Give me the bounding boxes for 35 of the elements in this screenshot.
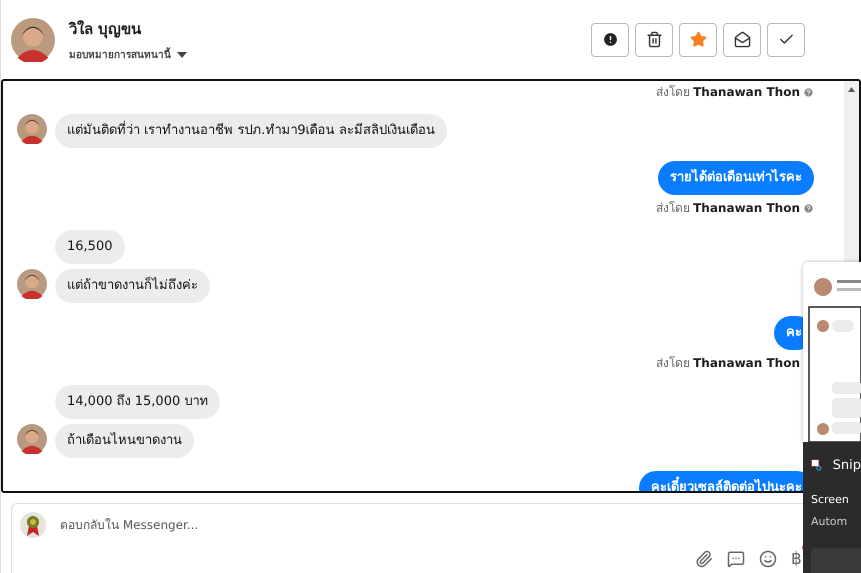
mail-icon xyxy=(734,31,750,48)
alert-icon xyxy=(602,31,618,48)
message-bubble: แต่มันติดที่ว่า เราทำงานอาชีพ รปภ.ทำมา9เดือน ละมีสลิปเงินเดือน xyxy=(55,114,447,148)
contact-name: วิใล บุญขน xyxy=(69,19,142,40)
caret-icon xyxy=(177,52,187,58)
message-bubble: รายได้ต่อเดือนเท่าไรคะ xyxy=(658,161,814,195)
trash-icon xyxy=(646,31,662,48)
emoji-button[interactable] xyxy=(759,548,777,569)
attach-button[interactable] xyxy=(695,548,713,569)
notification-text: Autom xyxy=(811,514,848,530)
avatar xyxy=(17,114,47,144)
avatar xyxy=(17,424,47,454)
mail-button[interactable] xyxy=(723,22,761,56)
sent-by-label: ส่งโดย Thanawan Thon xyxy=(656,83,814,101)
star-button[interactable] xyxy=(679,22,717,56)
scroll-up-icon xyxy=(848,87,855,92)
avatar xyxy=(17,269,47,299)
star-icon xyxy=(690,31,706,48)
paperclip-icon xyxy=(695,550,713,568)
notification-text: Screen xyxy=(811,492,849,508)
check-button[interactable] xyxy=(767,22,805,56)
emoji-icon xyxy=(759,550,777,568)
trash-button[interactable] xyxy=(635,22,673,56)
app-name: Snip xyxy=(832,458,861,472)
avatar xyxy=(11,18,55,62)
sent-by-label: ส่งโดย Thanawan Thon xyxy=(656,199,814,217)
avatar xyxy=(20,512,46,538)
message-bubble: 16,500 xyxy=(55,230,124,264)
assign-dropdown[interactable]: มอบหมายการสนทนานี้ xyxy=(69,47,591,62)
message-bubble: ถ้าเดือนไหนขาดงาน xyxy=(55,424,194,458)
sent-by-label: ส่งโดย Thanawan Thon xyxy=(656,355,801,372)
comment-icon xyxy=(727,550,745,568)
message-bubble: แต่ถ้าขาดงานก็ไม่ถึงค่ะ xyxy=(55,269,210,303)
message-bubble: 14,000 ถึง 15,000 บาท xyxy=(55,385,220,419)
alert-button[interactable] xyxy=(591,22,629,56)
